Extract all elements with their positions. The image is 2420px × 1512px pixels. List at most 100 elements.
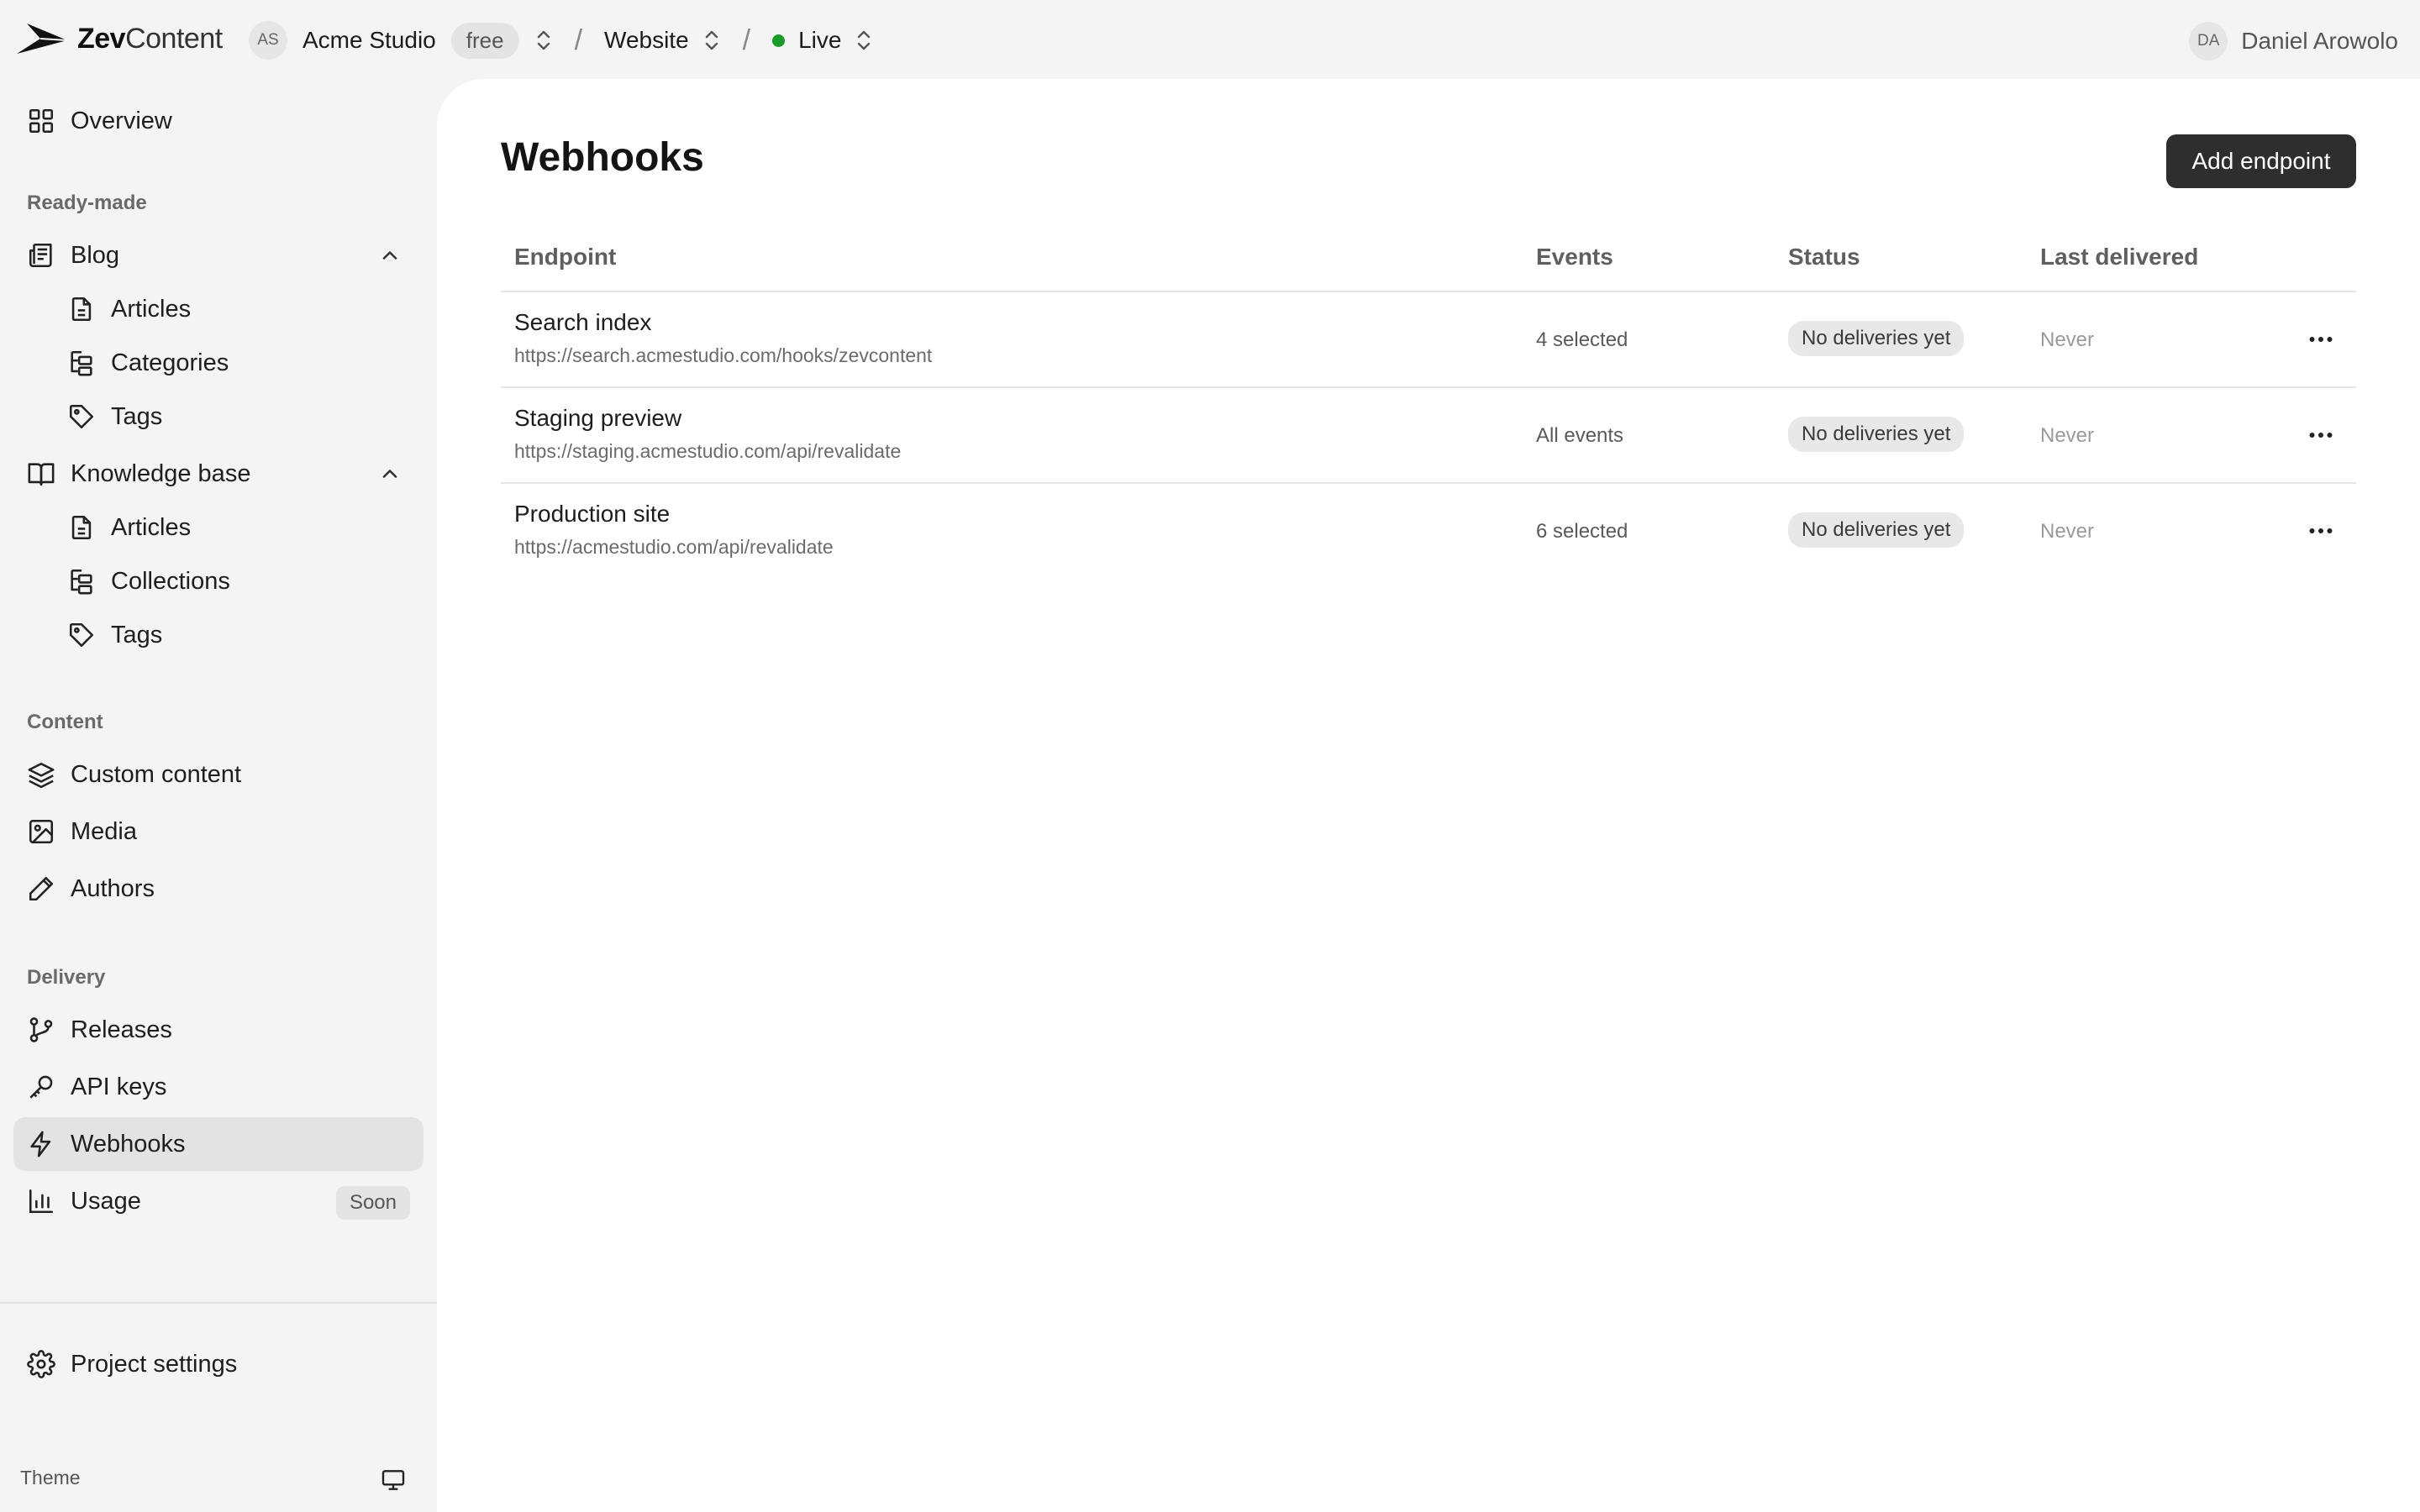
more-horizontal-icon[interactable] bbox=[2306, 516, 2336, 546]
sidebar-item-overview[interactable]: Overview bbox=[13, 94, 424, 148]
last-delivered: Never bbox=[2040, 520, 2095, 543]
sidebar-item-blog[interactable]: Blog bbox=[13, 228, 424, 282]
sidebar-item-project-settings[interactable]: Project settings bbox=[13, 1337, 424, 1391]
sidebar-item-blog-articles[interactable]: Articles bbox=[54, 282, 424, 336]
sidebar-item-kb-collections[interactable]: Collections bbox=[54, 554, 424, 608]
org-switcher[interactable]: AS Acme Studio free bbox=[249, 21, 553, 60]
sidebar-item-label: Releases bbox=[71, 1016, 172, 1043]
grid-icon bbox=[27, 107, 55, 135]
last-delivered: Never bbox=[2040, 328, 2095, 351]
breadcrumb-separator: / bbox=[742, 24, 751, 56]
sidebar-item-label: Authors bbox=[71, 874, 155, 902]
project-switcher[interactable]: Website bbox=[604, 27, 721, 54]
top-bar: ZevContent AS Acme Studio free / Website… bbox=[0, 0, 2420, 79]
sidebar-item-blog-categories[interactable]: Categories bbox=[54, 336, 424, 390]
endpoint-events: 4 selected bbox=[1536, 328, 1628, 351]
monitor-icon[interactable] bbox=[380, 1467, 407, 1494]
pen-icon bbox=[27, 874, 55, 903]
sidebar-item-kb-articles[interactable]: Articles bbox=[54, 501, 424, 554]
sidebar-item-blog-tags[interactable]: Tags bbox=[54, 390, 424, 444]
org-name: Acme Studio bbox=[302, 27, 436, 53]
sidebar-item-label: Articles bbox=[111, 295, 192, 323]
column-header-status: Status bbox=[1788, 244, 1860, 270]
endpoint-events: 6 selected bbox=[1536, 520, 1628, 543]
sidebar-divider bbox=[0, 1302, 437, 1304]
sidebar-item-knowledge-base[interactable]: Knowledge base bbox=[13, 447, 424, 501]
column-header-endpoint: Endpoint bbox=[514, 244, 617, 270]
section-ready-made: Ready-made bbox=[27, 192, 147, 214]
environment-switcher[interactable]: Live bbox=[772, 27, 873, 54]
sidebar-item-api-keys[interactable]: API keys bbox=[13, 1060, 424, 1114]
chevron-updown-icon bbox=[705, 30, 718, 50]
environment-name: Live bbox=[798, 27, 842, 53]
table-header-divider bbox=[501, 291, 2356, 292]
more-horizontal-icon[interactable] bbox=[2306, 420, 2336, 450]
sidebar-item-label: Webhooks bbox=[71, 1130, 186, 1158]
tag-icon bbox=[67, 621, 96, 649]
status-badge: No deliveries yet bbox=[1788, 321, 1965, 356]
tag-icon bbox=[67, 402, 96, 431]
sidebar-item-webhooks[interactable]: Webhooks bbox=[13, 1117, 424, 1171]
sidebar-item-authors[interactable]: Authors bbox=[13, 862, 424, 916]
sidebar-item-media[interactable]: Media bbox=[13, 805, 424, 858]
sidebar-item-label: Articles bbox=[111, 513, 192, 541]
sidebar-item-kb-tags[interactable]: Tags bbox=[54, 608, 424, 662]
sidebar-item-label: Tags bbox=[111, 621, 163, 648]
chevron-updown-icon bbox=[537, 30, 550, 50]
endpoint-name: Search index bbox=[514, 309, 652, 335]
org-avatar: AS bbox=[249, 21, 287, 60]
more-horizontal-icon[interactable] bbox=[2306, 324, 2336, 354]
endpoint-url: https://acmestudio.com/api/revalidate bbox=[514, 536, 834, 558]
sidebar-item-label: Usage bbox=[71, 1187, 141, 1215]
key-icon bbox=[27, 1073, 55, 1101]
git-branch-icon bbox=[27, 1016, 55, 1044]
column-header-events: Events bbox=[1536, 244, 1613, 270]
theme-label: Theme bbox=[20, 1467, 81, 1488]
sidebar: Overview Ready-made Blog Articles Catego… bbox=[0, 79, 437, 1512]
book-open-icon bbox=[27, 459, 55, 488]
endpoint-url: https://staging.acmestudio.com/api/reval… bbox=[514, 440, 902, 462]
layers-icon bbox=[27, 760, 55, 789]
soon-badge: Soon bbox=[335, 1186, 410, 1220]
sidebar-item-label: Project settings bbox=[71, 1350, 238, 1378]
sidebar-item-usage[interactable]: Usage Soon bbox=[13, 1174, 424, 1228]
chevron-up-icon[interactable] bbox=[378, 462, 402, 486]
endpoint-url: https://search.acmestudio.com/hooks/zevc… bbox=[514, 344, 933, 366]
sidebar-item-label: Tags bbox=[111, 402, 163, 430]
brand-logo[interactable]: ZevContent bbox=[15, 20, 223, 57]
bolt-icon bbox=[27, 1130, 55, 1158]
sidebar-item-releases[interactable]: Releases bbox=[13, 1003, 424, 1057]
row-divider bbox=[501, 482, 2356, 484]
sidebar-item-label: Media bbox=[71, 817, 137, 845]
breadcrumb: AS Acme Studio free / Website / Live bbox=[249, 21, 873, 60]
sidebar-item-custom-content[interactable]: Custom content bbox=[13, 748, 424, 801]
endpoint-events: All events bbox=[1536, 424, 1624, 447]
user-menu[interactable]: DA Daniel Arowolo bbox=[2189, 22, 2398, 60]
status-badge: No deliveries yet bbox=[1788, 417, 1965, 452]
sidebar-item-label: API keys bbox=[71, 1073, 167, 1100]
project-name: Website bbox=[604, 27, 689, 53]
sidebar-item-label: Categories bbox=[111, 349, 229, 376]
add-endpoint-button[interactable]: Add endpoint bbox=[2166, 134, 2356, 188]
main-panel: Webhooks Add endpoint Endpoint Events St… bbox=[437, 79, 2420, 1512]
sidebar-item-label: Blog bbox=[71, 241, 120, 269]
sidebar-item-label: Knowledge base bbox=[71, 459, 251, 487]
live-status-dot bbox=[772, 34, 786, 47]
row-divider bbox=[501, 386, 2356, 388]
logo-mark-icon bbox=[17, 24, 68, 54]
sidebar-item-label: Custom content bbox=[71, 760, 242, 788]
chevron-up-icon[interactable] bbox=[378, 244, 402, 267]
image-icon bbox=[27, 817, 55, 846]
user-name: Daniel Arowolo bbox=[2241, 28, 2398, 54]
document-icon bbox=[67, 295, 96, 323]
section-content: Content bbox=[27, 711, 103, 733]
bar-chart-icon bbox=[27, 1187, 55, 1215]
endpoint-name: Production site bbox=[514, 501, 671, 527]
document-icon bbox=[67, 513, 96, 542]
section-delivery: Delivery bbox=[27, 966, 106, 989]
status-badge: No deliveries yet bbox=[1788, 512, 1965, 548]
column-header-last-delivered: Last delivered bbox=[2040, 244, 2199, 270]
endpoint-name: Staging preview bbox=[514, 405, 682, 431]
page-title: Webhooks bbox=[501, 135, 704, 180]
user-avatar: DA bbox=[2189, 22, 2228, 60]
